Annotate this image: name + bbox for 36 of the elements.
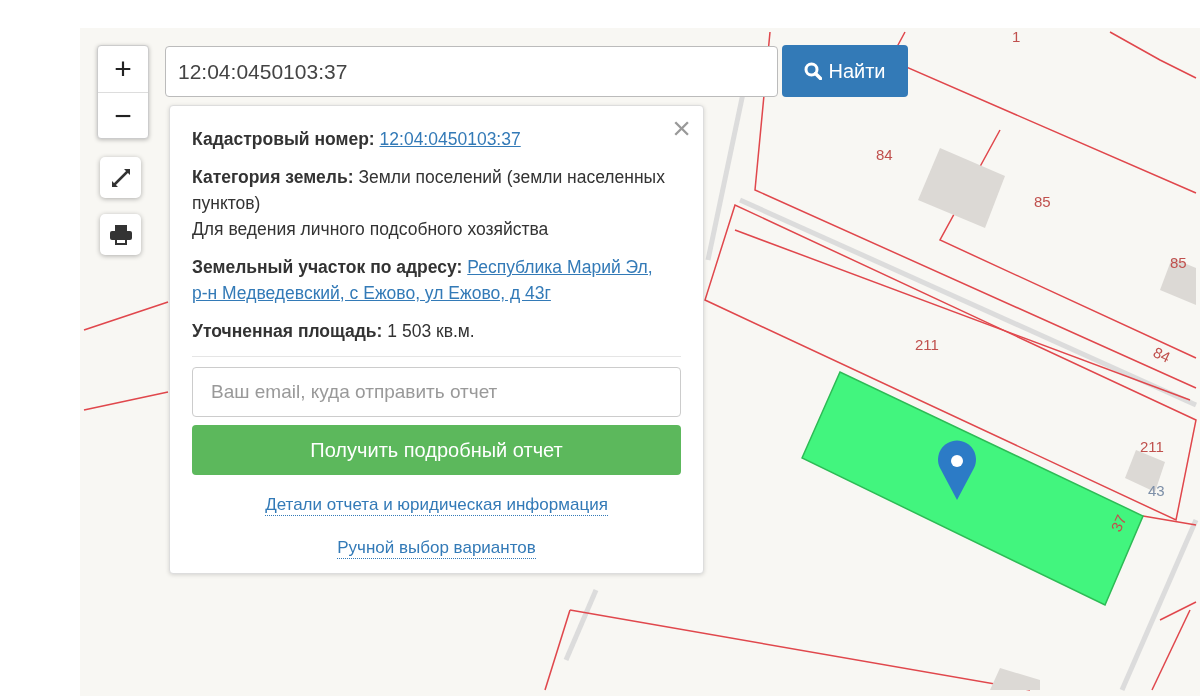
parcel-number: 84 xyxy=(1150,343,1174,366)
fullscreen-button[interactable] xyxy=(100,157,141,198)
road xyxy=(563,589,599,661)
info-link[interactable]: 12:04:0450103:37 xyxy=(379,129,521,149)
building xyxy=(1160,258,1196,305)
expand-icon xyxy=(109,166,132,189)
parcel-number: 84 xyxy=(876,146,893,163)
map-pin-icon xyxy=(938,440,976,500)
zoom-in-button[interactable]: + xyxy=(98,46,148,92)
parcel-number: 211 xyxy=(915,336,939,353)
parcel-number: 85 xyxy=(1170,254,1187,271)
zoom-out-button[interactable]: − xyxy=(98,92,148,138)
close-button[interactable]: × xyxy=(672,112,691,144)
parcel-number: 43 xyxy=(1148,482,1165,499)
info-link[interactable]: р-н Медведевский, с Ежово, ул Ежово, д 43г xyxy=(192,283,551,303)
search-icon xyxy=(804,62,823,80)
parcel-number: 211 xyxy=(1140,438,1164,455)
info-link[interactable]: Ручной выбор вариантов xyxy=(337,538,536,559)
email-field[interactable]: Ваш email, куда отправить отчет xyxy=(192,367,681,417)
parcel-number: 1 xyxy=(1012,28,1021,45)
search-field[interactable]: 12:04:0450103:37 xyxy=(165,46,778,97)
printer-icon xyxy=(109,224,132,245)
building xyxy=(990,668,1040,690)
parcel-number: 37 xyxy=(1107,511,1130,535)
info-link[interactable]: Детали отчета и юридическая информация xyxy=(265,495,608,516)
print-button[interactable] xyxy=(100,214,141,255)
parcel-number: 85 xyxy=(1034,193,1051,210)
info-line: Кадастровый номер: 12:04:0450103:37 xyxy=(192,128,522,151)
info-line: Категория земель: Земли поселений (земли населенных пунктов) xyxy=(192,166,666,215)
info-link[interactable]: Республика Марий Эл, xyxy=(467,257,653,277)
search-button[interactable]: Найти xyxy=(782,45,908,97)
info-line: Уточненная площадь: 1 503 кв.м. xyxy=(192,320,476,343)
report-button[interactable]: Получить подробный отчет xyxy=(192,425,681,475)
cadastral-map[interactable] xyxy=(80,28,1200,696)
info-line: Земельный участок по адресу: Республика Марий Эл, р-н Медведевский, с Ежово, ул Ежово, д 43г xyxy=(192,256,654,305)
info-note: Для ведения личного подсобного хозяйства xyxy=(192,218,550,241)
